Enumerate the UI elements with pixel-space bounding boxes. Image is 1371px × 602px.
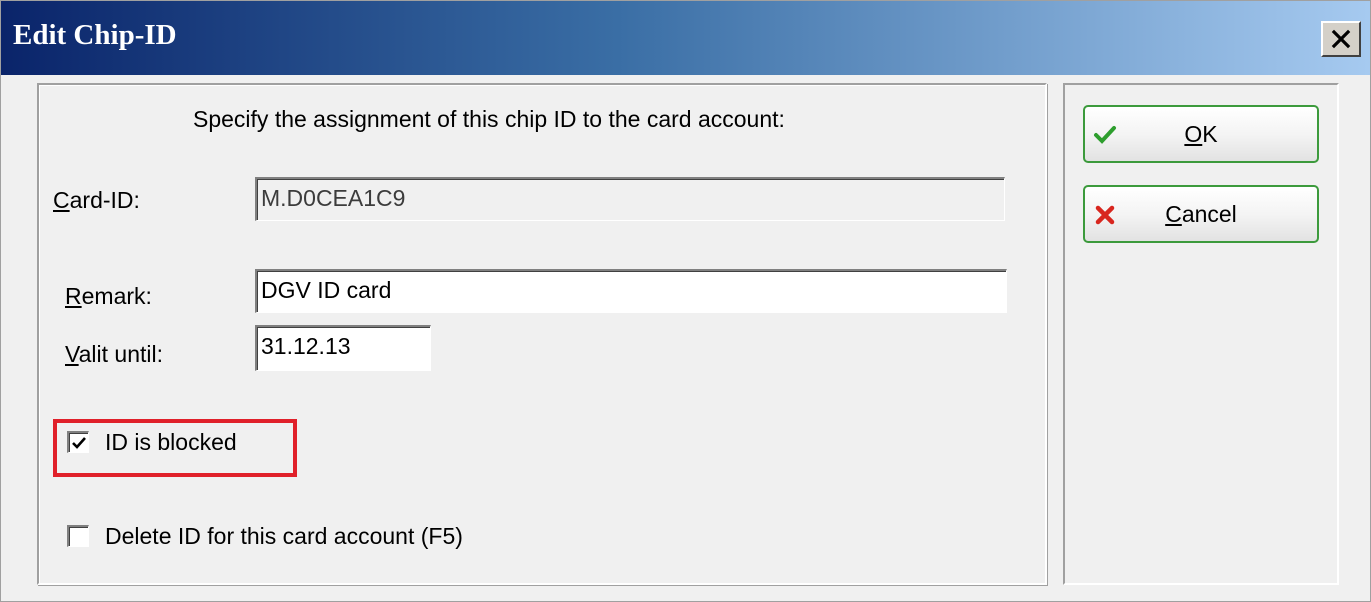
remark-label-mnemonic: R	[65, 283, 82, 309]
id-blocked-label[interactable]: ID is blocked	[105, 429, 237, 456]
ok-button[interactable]: OK	[1083, 105, 1319, 163]
close-button[interactable]	[1321, 21, 1361, 57]
valid-until-label-rest: alit until:	[78, 341, 164, 367]
card-id-label: Card-ID:	[53, 187, 140, 214]
cancel-button-label-rest: ancel	[1181, 201, 1237, 227]
ok-button-label-rest: K	[1202, 121, 1218, 147]
form-group-panel	[37, 83, 1047, 585]
close-icon	[1331, 29, 1351, 49]
checkmark-icon	[71, 436, 86, 449]
delete-id-label[interactable]: Delete ID for this card account (F5)	[105, 523, 463, 550]
cancel-button-label: Cancel	[1085, 201, 1317, 228]
cancel-button[interactable]: Cancel	[1083, 185, 1319, 243]
window-title: Edit Chip-ID	[13, 19, 177, 51]
id-blocked-checkbox[interactable]	[67, 431, 89, 453]
valid-until-label: Valit until:	[65, 341, 163, 368]
card-id-label-mnemonic: C	[53, 187, 70, 213]
dialog-window: Edit Chip-ID Specify the assignment of t…	[0, 0, 1371, 602]
remark-input[interactable]: DGV ID card	[255, 269, 1007, 313]
card-id-field: M.D0CEA1C9	[255, 177, 1005, 221]
delete-id-checkbox[interactable]	[67, 525, 89, 547]
instruction-text: Specify the assignment of this chip ID t…	[193, 106, 785, 132]
ok-button-mnemonic: O	[1184, 121, 1203, 147]
title-bar[interactable]: Edit Chip-ID	[1, 1, 1370, 75]
cancel-button-mnemonic: C	[1165, 201, 1182, 227]
remark-label-rest: emark:	[81, 283, 152, 309]
valid-until-label-mnemonic: V	[65, 341, 79, 367]
ok-button-label: OK	[1085, 121, 1317, 148]
remark-label: Remark:	[65, 283, 152, 310]
valid-until-input[interactable]: 31.12.13	[255, 325, 431, 371]
card-id-label-rest: ard-ID:	[69, 187, 140, 213]
